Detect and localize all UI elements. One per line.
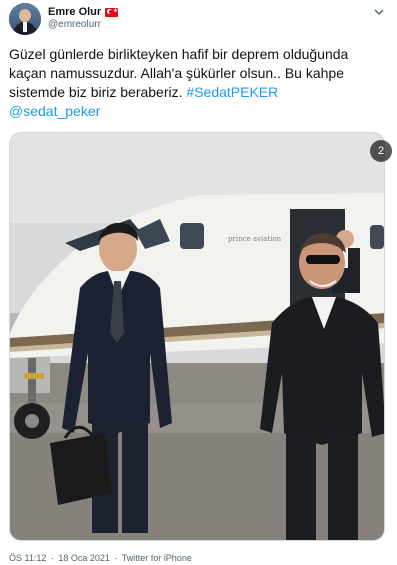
meta-separator: ·	[114, 553, 118, 563]
leather-bag	[50, 433, 112, 505]
tweet-text-line: @sedat_peker	[9, 102, 389, 121]
tweet-text-line: Güzel günlerde birlikteyken hafif bir de…	[9, 46, 349, 62]
tweet-time[interactable]: ÖS 11:12	[9, 553, 46, 563]
avatar[interactable]	[9, 3, 41, 35]
tweet-text-line: kaçan namussuzdur. Allah'a şükürler olsu…	[9, 65, 344, 81]
author-name-row[interactable]: Emre Olur ★	[48, 6, 119, 18]
tweet-text: Güzel günlerde birlikteyken hafif bir de…	[9, 45, 389, 121]
tweet-text-segment: sistemde biz biriz beraberiz.	[9, 84, 183, 100]
chevron-down-icon[interactable]	[371, 4, 387, 20]
tweet-source[interactable]: Twitter for iPhone	[122, 553, 192, 563]
mention-link[interactable]: @sedat_peker	[9, 103, 100, 119]
tweet: Emre Olur ★ @emreolurr Güzel günlerde bi…	[0, 0, 397, 565]
tweet-metadata: ÖS 11:12 · 18 Oca 2021 · Twitter for iPh…	[9, 553, 194, 563]
media-count-badge[interactable]: 2	[370, 140, 392, 162]
tweet-photo[interactable]: prince aviation	[9, 132, 385, 541]
tweet-date[interactable]: 18 Oca 2021	[58, 553, 110, 563]
turkey-flag-icon: ★	[105, 7, 119, 17]
author-handle[interactable]: @emreolurr	[48, 19, 101, 30]
author-display-name[interactable]: Emre Olur	[48, 6, 101, 18]
jet-lettering: prince aviation	[228, 235, 282, 243]
tweet-text-line: sistemde biz biriz beraberiz. #SedatPEKE…	[9, 83, 389, 102]
meta-separator: ·	[50, 553, 54, 563]
hashtag-link[interactable]: #SedatPEKER	[186, 84, 278, 100]
photo-scene: prince aviation	[10, 133, 384, 540]
